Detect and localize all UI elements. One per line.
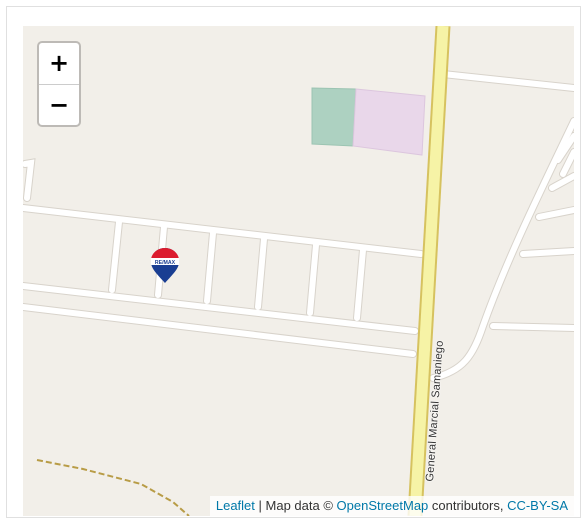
- map-tiles[interactable]: [23, 26, 574, 516]
- leaflet-link[interactable]: Leaflet: [216, 498, 255, 513]
- zoom-control: + −: [37, 41, 81, 127]
- license-link[interactable]: CC-BY-SA: [507, 498, 568, 513]
- park-area: [311, 87, 357, 147]
- zoom-in-button[interactable]: +: [39, 43, 79, 84]
- attribution-contributors: contributors,: [428, 498, 508, 513]
- zoom-out-button[interactable]: −: [39, 84, 79, 126]
- marker-label: RE/MAX: [155, 260, 176, 266]
- commercial-area: [352, 88, 426, 156]
- property-marker[interactable]: RE/MAX: [150, 247, 180, 285]
- map-container[interactable]: General Marcial Samaniego RE/MAX + − Lea…: [23, 26, 574, 516]
- land-area: [23, 26, 574, 516]
- openstreetmap-link[interactable]: OpenStreetMap: [337, 498, 429, 513]
- remax-balloon-icon: RE/MAX: [151, 248, 179, 283]
- map-frame: General Marcial Samaniego RE/MAX + − Lea…: [6, 6, 581, 518]
- attribution-separator: | Map data ©: [254, 498, 337, 513]
- attribution-bar: Leaflet | Map data © OpenStreetMap contr…: [209, 496, 574, 516]
